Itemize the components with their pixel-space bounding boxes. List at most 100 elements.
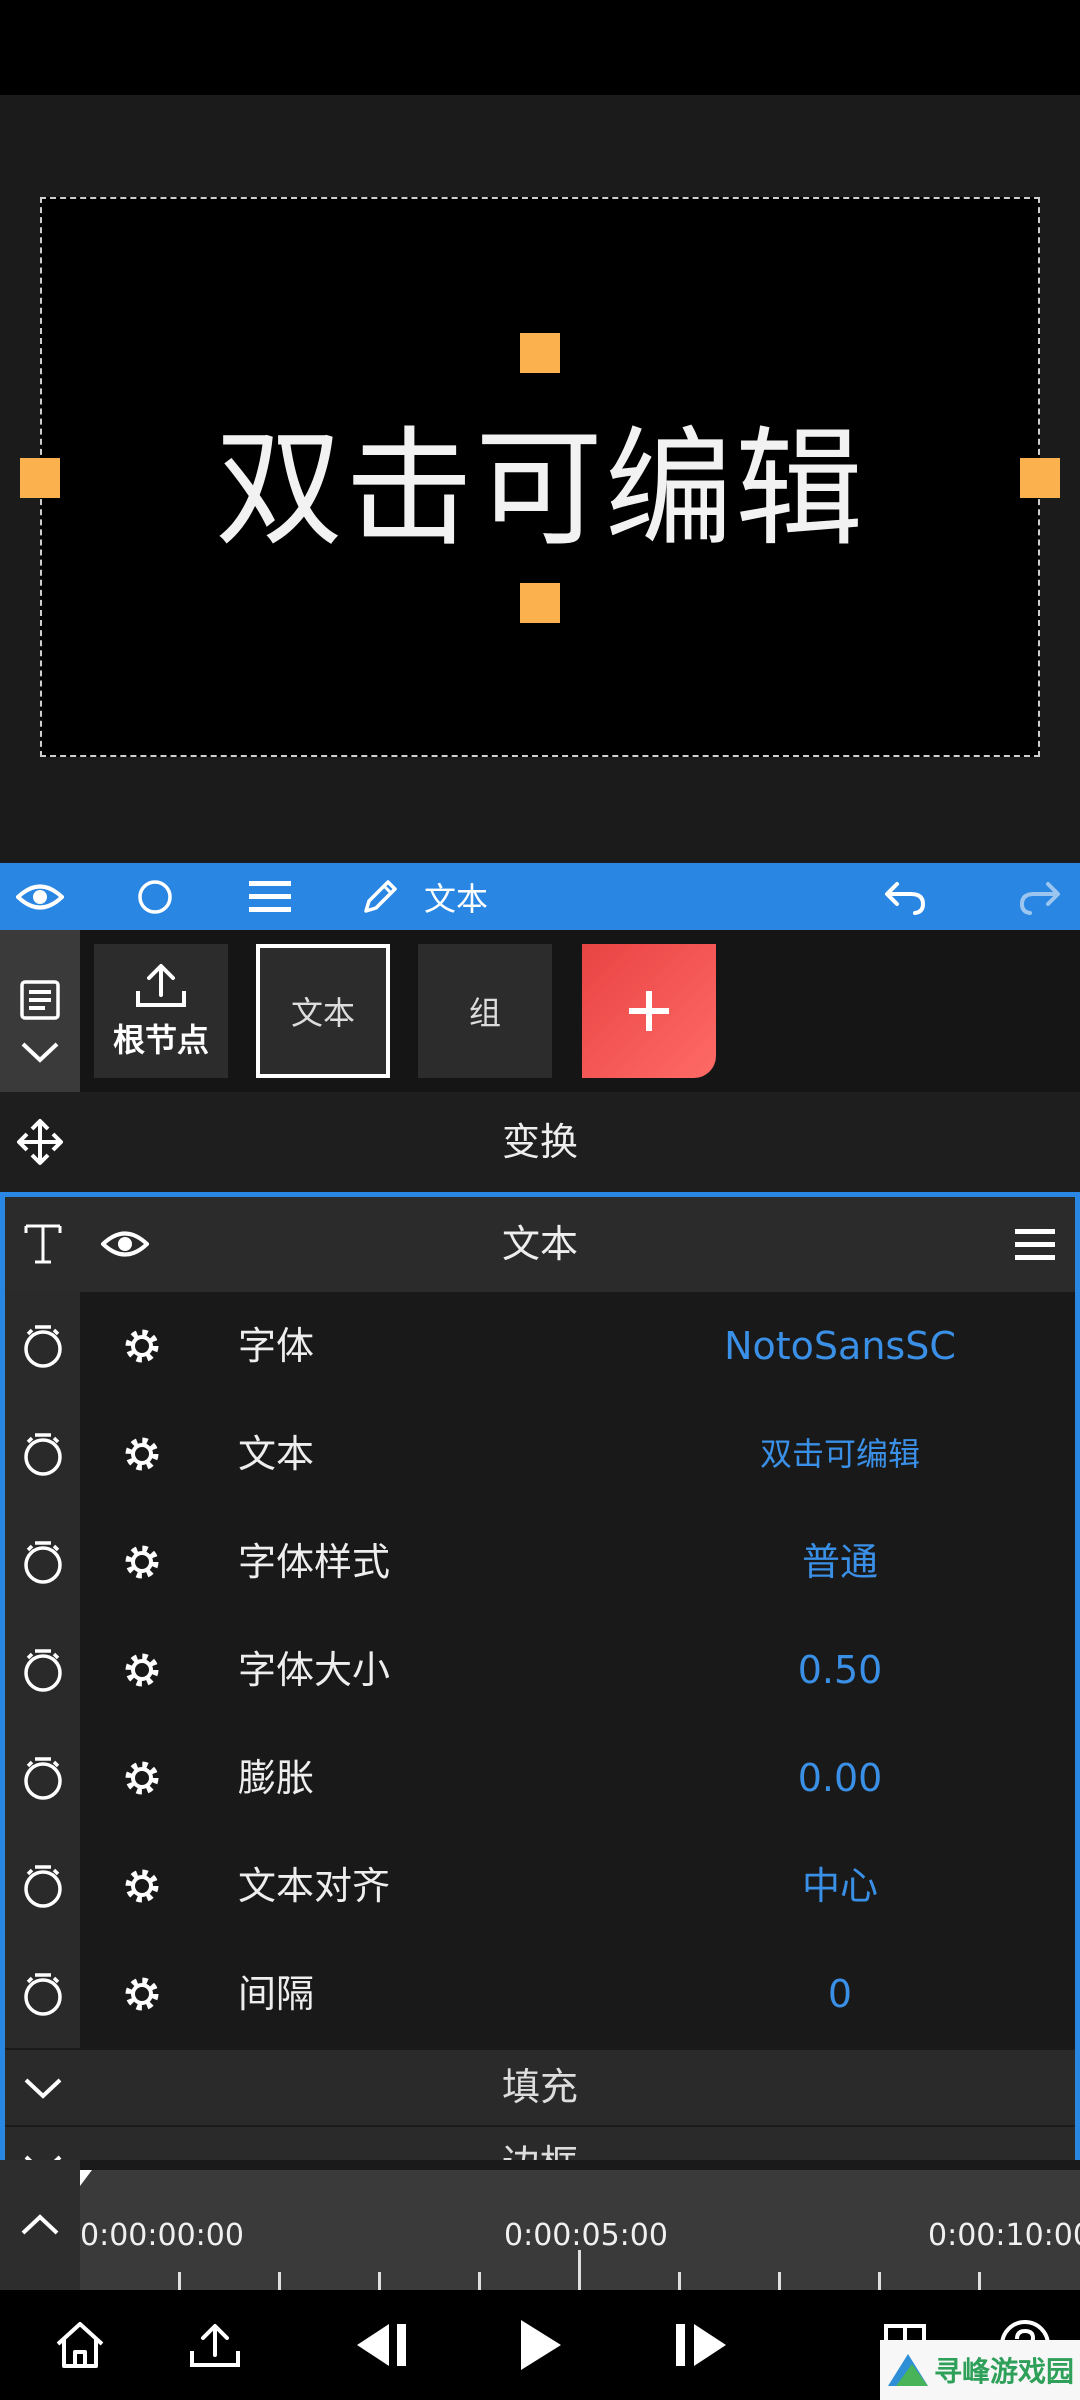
menu-button[interactable] [230, 863, 310, 930]
gear-icon[interactable] [120, 1972, 164, 2016]
property-row-inflate[interactable]: 膨胀 0.00 [5, 1724, 1075, 1832]
node-text[interactable]: 文本 [256, 944, 390, 1078]
circle-button[interactable] [115, 863, 195, 930]
step-back-button[interactable] [338, 2290, 428, 2400]
keyframe-button[interactable] [5, 1292, 80, 1400]
node-group[interactable]: 组 [418, 944, 552, 1078]
timeline-track[interactable]: 0:00:00:00 0:00:05:00 0:00:10:00 [80, 2170, 1080, 2290]
property-label: 文本对齐 [238, 1864, 391, 1908]
property-value[interactable]: 中心 [640, 1832, 1040, 1940]
share-icon [190, 2324, 240, 2367]
redo-icon [1019, 881, 1060, 915]
menu-icon[interactable] [1015, 1227, 1055, 1263]
keyframe-button[interactable] [5, 1832, 80, 1940]
handle-right[interactable] [1020, 458, 1060, 498]
gear-icon[interactable] [120, 1432, 164, 1476]
section-label: 边框 [5, 2127, 1075, 2160]
handle-top[interactable] [520, 333, 560, 373]
home-icon [56, 2322, 104, 2368]
property-value[interactable]: NotoSansSC [640, 1292, 1040, 1400]
timeline-toggle[interactable] [0, 2160, 80, 2290]
property-row-text-align[interactable]: 文本对齐 中心 [5, 1832, 1075, 1940]
property-label: 字体 [238, 1324, 315, 1368]
node-strip: 根节点 文本 组 [0, 930, 1080, 1092]
timeline-time-mid: 0:00:05:00 [504, 2218, 668, 2253]
keyframe-button[interactable] [5, 1400, 80, 1508]
upload-icon [136, 964, 186, 1007]
chevron-down-icon [21, 1042, 59, 1063]
section-border[interactable]: 边框 [5, 2127, 1075, 2160]
property-row-spacing[interactable]: 间隔 0 [5, 1940, 1075, 2048]
stopwatch-icon [23, 1541, 62, 1584]
timeline-time-end: 0:00:10:00 [928, 2218, 1080, 2253]
undo-button[interactable] [865, 863, 945, 930]
stopwatch-icon [23, 1973, 62, 2016]
text-panel: 文本 字体 NotoSansSC 文本 双击可编辑 字体样式 普通 字体大小 0… [0, 1192, 1080, 2160]
handle-left[interactable] [20, 458, 60, 498]
plus-icon [629, 991, 669, 1031]
menu-icon [249, 880, 291, 912]
eye-icon [16, 884, 64, 909]
property-row-font[interactable]: 字体 NotoSansSC [5, 1292, 1075, 1400]
property-label: 字体样式 [238, 1540, 391, 1584]
canvas-text[interactable]: 双击可编辑 [42, 199, 1038, 755]
step-back-icon [357, 2324, 406, 2366]
step-forward-icon [676, 2324, 726, 2366]
stopwatch-icon [23, 1649, 62, 1692]
home-button[interactable] [40, 2290, 120, 2400]
property-list: 字体 NotoSansSC 文本 双击可编辑 字体样式 普通 字体大小 0.50… [5, 1292, 1075, 2160]
step-forward-button[interactable] [655, 2290, 745, 2400]
pencil-icon [364, 879, 397, 913]
add-node-button[interactable] [582, 944, 716, 1078]
section-fill[interactable]: 填充 [5, 2050, 1075, 2125]
transform-section[interactable]: 变换 [0, 1092, 1080, 1192]
keyframe-button[interactable] [5, 1508, 80, 1616]
property-value[interactable]: 0 [640, 1940, 1040, 2048]
node-strip-toggle[interactable] [0, 930, 80, 1092]
keyframe-button[interactable] [5, 1940, 80, 2048]
watermark: 寻峰游戏园 [880, 2340, 1080, 2400]
property-value[interactable]: 0.50 [640, 1616, 1040, 1724]
visibility-button[interactable] [0, 863, 80, 930]
gear-icon[interactable] [120, 1324, 164, 1368]
transform-label: 变换 [501, 1120, 578, 1164]
circle-icon [138, 879, 172, 914]
property-row-font-size[interactable]: 字体大小 0.50 [5, 1616, 1075, 1724]
gear-icon[interactable] [120, 1756, 164, 1800]
edit-node-button[interactable]: 文本 [360, 863, 500, 930]
stopwatch-icon [23, 1757, 62, 1800]
watermark-logo-icon [888, 2354, 928, 2386]
gear-icon[interactable] [120, 1648, 164, 1692]
panel-header: 文本 [5, 1197, 1075, 1292]
play-icon [521, 2320, 561, 2370]
property-value[interactable]: 双击可编辑 [640, 1400, 1040, 1508]
gear-icon[interactable] [120, 1540, 164, 1584]
preview-area[interactable]: 双击可编辑 [0, 95, 1080, 863]
status-bar [0, 0, 1080, 95]
property-row-text[interactable]: 文本 双击可编辑 [5, 1400, 1075, 1508]
play-button[interactable] [495, 2290, 585, 2400]
redo-button[interactable] [1000, 863, 1080, 930]
property-row-font-style[interactable]: 字体样式 普通 [5, 1508, 1075, 1616]
node-root[interactable]: 根节点 [94, 944, 228, 1078]
property-label: 文本 [238, 1432, 315, 1476]
layers-icon [20, 980, 60, 1020]
gear-icon[interactable] [120, 1864, 164, 1908]
handle-bottom[interactable] [520, 583, 560, 623]
property-value[interactable]: 普通 [640, 1508, 1040, 1616]
property-value[interactable]: 0.00 [640, 1724, 1040, 1832]
property-label: 间隔 [238, 1972, 315, 2016]
node-root-label: 根节点 [112, 1021, 209, 1059]
chevron-up-icon [21, 2214, 59, 2235]
undo-icon [885, 881, 926, 915]
playhead-marker[interactable] [80, 2170, 94, 2188]
stopwatch-icon [23, 1865, 62, 1908]
timeline-time-start: 0:00:00:00 [80, 2218, 244, 2253]
share-button[interactable] [175, 2290, 255, 2400]
property-label: 膨胀 [238, 1756, 315, 1800]
top-toolbar: 文本 [0, 863, 1080, 930]
canvas-frame[interactable]: 双击可编辑 [40, 197, 1040, 757]
stopwatch-icon [23, 1433, 62, 1476]
keyframe-button[interactable] [5, 1724, 80, 1832]
keyframe-button[interactable] [5, 1616, 80, 1724]
